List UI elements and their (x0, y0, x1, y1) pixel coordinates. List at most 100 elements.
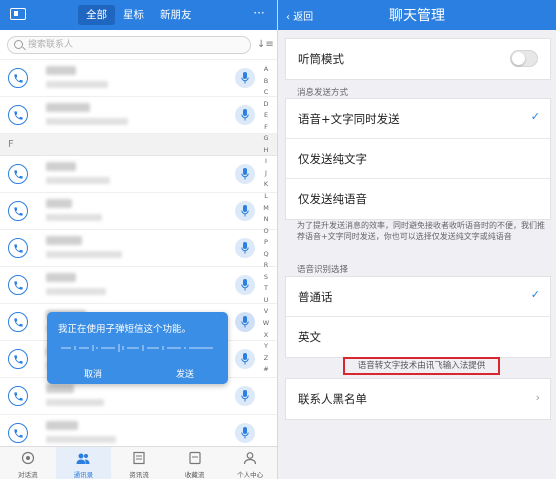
mic-icon[interactable] (235, 105, 255, 125)
index-letter[interactable]: G (259, 133, 273, 145)
tab-all[interactable]: 全部 (78, 5, 115, 25)
index-letter[interactable]: U (259, 295, 273, 307)
index-letter[interactable]: Y (259, 341, 273, 353)
phone-icon[interactable] (8, 105, 28, 125)
index-letter[interactable]: X (259, 330, 273, 342)
earpiece-group: 听筒模式 (285, 38, 551, 80)
index-letter[interactable]: H (259, 145, 273, 157)
index-letter[interactable]: K (259, 179, 273, 191)
voice-message-popup: 我正在使用子弹短信这个功能。 取消 发送 (47, 312, 228, 384)
index-letter[interactable]: O (259, 226, 273, 238)
tab-label: 收藏流 (184, 471, 205, 479)
send-mode-section-label: 消息发送方式 (297, 88, 349, 98)
phone-icon[interactable] (8, 275, 28, 295)
send-mode-option-text-only[interactable]: 仅发送纯文字 (286, 139, 550, 179)
tab-news[interactable]: 资讯流 (111, 447, 167, 479)
index-letter[interactable]: V (259, 306, 273, 318)
send-mode-option-voice-text[interactable]: 语音+文字同时发送 ✓ (286, 99, 550, 139)
phone-icon[interactable] (8, 349, 28, 369)
contact-row[interactable] (0, 193, 277, 230)
mic-icon[interactable] (235, 349, 255, 369)
index-letter[interactable]: Z (259, 353, 273, 365)
mic-icon[interactable] (235, 275, 255, 295)
index-letter[interactable]: P (259, 237, 273, 249)
send-mode-note: 为了提升发送消息的效率，同时避免接收者收听语音时的不便，我们推荐语音+文字同时发… (297, 221, 545, 241)
phone-icon[interactable] (8, 386, 28, 406)
earpiece-mode-toggle[interactable] (510, 50, 538, 67)
sidebar-menu-icon[interactable] (10, 8, 26, 20)
page-title: 聊天管理 (389, 8, 445, 24)
phone-icon[interactable] (8, 164, 28, 184)
phone-icon[interactable] (8, 68, 28, 88)
send-mode-option-voice-only[interactable]: 仅发送纯语音 (286, 179, 550, 219)
index-letter[interactable]: L (259, 191, 273, 203)
index-letter[interactable]: A (259, 64, 273, 76)
bookmark-icon (188, 451, 201, 465)
popup-cancel-button[interactable]: 取消 (84, 367, 102, 380)
index-letter[interactable]: J (259, 168, 273, 180)
mic-icon[interactable] (235, 68, 255, 88)
mic-icon[interactable] (235, 423, 255, 443)
tab-starred[interactable]: 星标 (115, 5, 152, 25)
option-label: 仅发送纯文字 (298, 152, 367, 166)
contact-name-redacted (46, 273, 76, 282)
blacklist-row[interactable]: 联系人黑名单 › (286, 379, 550, 419)
index-letter[interactable]: R (259, 260, 273, 272)
index-letter[interactable]: F (259, 122, 273, 134)
tab-favorites[interactable]: 收藏流 (167, 447, 223, 479)
earpiece-mode-label: 听筒模式 (298, 52, 344, 66)
alphabet-index[interactable]: A B C D E F G H I J K L M N O P Q R S T U V W X Y Z # (259, 64, 273, 376)
contact-row[interactable] (0, 156, 277, 193)
contacts-panel: 全部 星标 新朋友 ··· ↓≡ F (0, 0, 278, 479)
contact-filter-tabs: 全部 星标 新朋友 (78, 5, 200, 25)
phone-icon[interactable] (8, 238, 28, 258)
sort-icon[interactable]: ↓≡ (257, 39, 274, 50)
contact-name-redacted (46, 162, 76, 171)
index-letter[interactable]: E (259, 110, 273, 122)
mic-icon[interactable] (235, 164, 255, 184)
contact-detail-redacted (46, 118, 128, 125)
index-letter[interactable]: D (259, 99, 273, 111)
index-letter[interactable]: B (259, 76, 273, 88)
index-letter[interactable]: I (259, 156, 273, 168)
contact-name-redacted (46, 199, 72, 208)
index-letter[interactable]: C (259, 87, 273, 99)
index-letter[interactable]: W (259, 318, 273, 330)
popup-send-button[interactable]: 发送 (176, 367, 194, 380)
index-letter[interactable]: T (259, 283, 273, 295)
recognition-section-label: 语音识别选择 (297, 265, 349, 275)
mic-icon[interactable] (235, 238, 255, 258)
blacklist-label: 联系人黑名单 (298, 392, 367, 406)
contact-row[interactable] (0, 267, 277, 304)
mic-icon[interactable] (235, 386, 255, 406)
option-label: 普通话 (298, 290, 333, 304)
tab-contacts[interactable]: 通讯录 (55, 447, 112, 479)
mic-icon[interactable] (235, 312, 255, 332)
tab-conversations[interactable]: 对话流 (0, 447, 56, 479)
tab-profile[interactable]: 个人中心 (222, 447, 277, 479)
index-letter[interactable]: # (259, 364, 273, 376)
index-letter[interactable]: M (259, 203, 273, 215)
contact-row[interactable] (0, 97, 277, 134)
recognition-option-mandarin[interactable]: 普通话 ✓ (286, 277, 550, 317)
phone-icon[interactable] (8, 312, 28, 332)
index-letter[interactable]: Q (259, 249, 273, 261)
person-icon (244, 452, 257, 465)
earpiece-mode-row[interactable]: 听筒模式 (286, 39, 550, 79)
index-letter[interactable]: N (259, 214, 273, 226)
mic-icon[interactable] (235, 201, 255, 221)
contact-row[interactable] (0, 230, 277, 267)
option-label: 仅发送纯语音 (298, 192, 367, 206)
tab-label: 通讯录 (73, 471, 94, 479)
recognition-option-english[interactable]: 英文 (286, 317, 550, 357)
popup-message: 我正在使用子弹短信这个功能。 (58, 324, 192, 335)
tab-new-friends[interactable]: 新朋友 (152, 5, 200, 25)
tab-label: 对话流 (18, 471, 38, 479)
contact-row[interactable] (0, 60, 277, 97)
search-input[interactable] (28, 37, 248, 53)
phone-icon[interactable] (8, 423, 28, 443)
index-letter[interactable]: S (259, 272, 273, 284)
search-box[interactable] (7, 36, 251, 54)
more-options-button[interactable]: ··· (248, 5, 270, 25)
phone-icon[interactable] (8, 201, 28, 221)
